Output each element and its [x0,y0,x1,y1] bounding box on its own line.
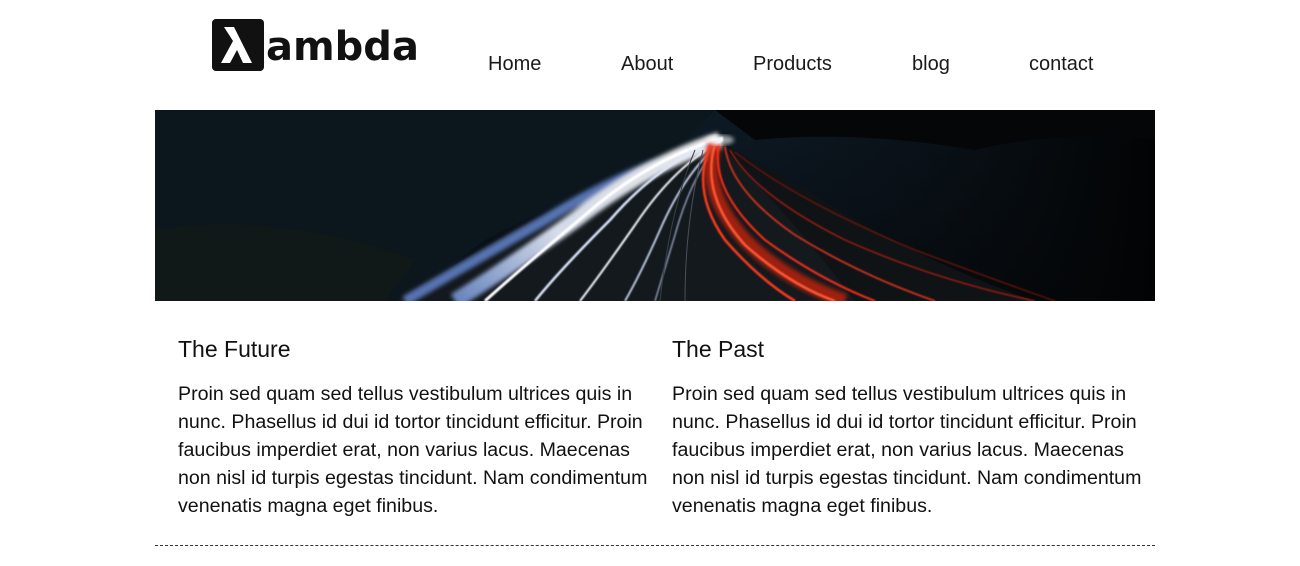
hero-image [155,110,1155,301]
section-the-future: The Future Proin sed quam sed tellus ves… [178,334,648,520]
section-body: Proin sed quam sed tellus vestibulum ult… [178,383,648,517]
main-nav: Home About Products blog contact [0,50,1300,78]
section-the-past: The Past Proin sed quam sed tellus vesti… [672,334,1142,520]
highway-light-trails-image [155,110,1155,301]
nav-link-products[interactable]: Products [753,50,832,78]
section-title: The Future [178,336,291,362]
dashed-divider [155,545,1155,546]
page: ambda Home About Products blog contact T… [0,0,1300,566]
nav-link-about[interactable]: About [621,50,673,78]
nav-link-contact[interactable]: contact [1029,50,1093,78]
section-title: The Past [672,336,765,362]
nav-link-home[interactable]: Home [488,50,541,78]
nav-link-blog[interactable]: blog [912,50,950,78]
section-body: Proin sed quam sed tellus vestibulum ult… [672,383,1142,517]
